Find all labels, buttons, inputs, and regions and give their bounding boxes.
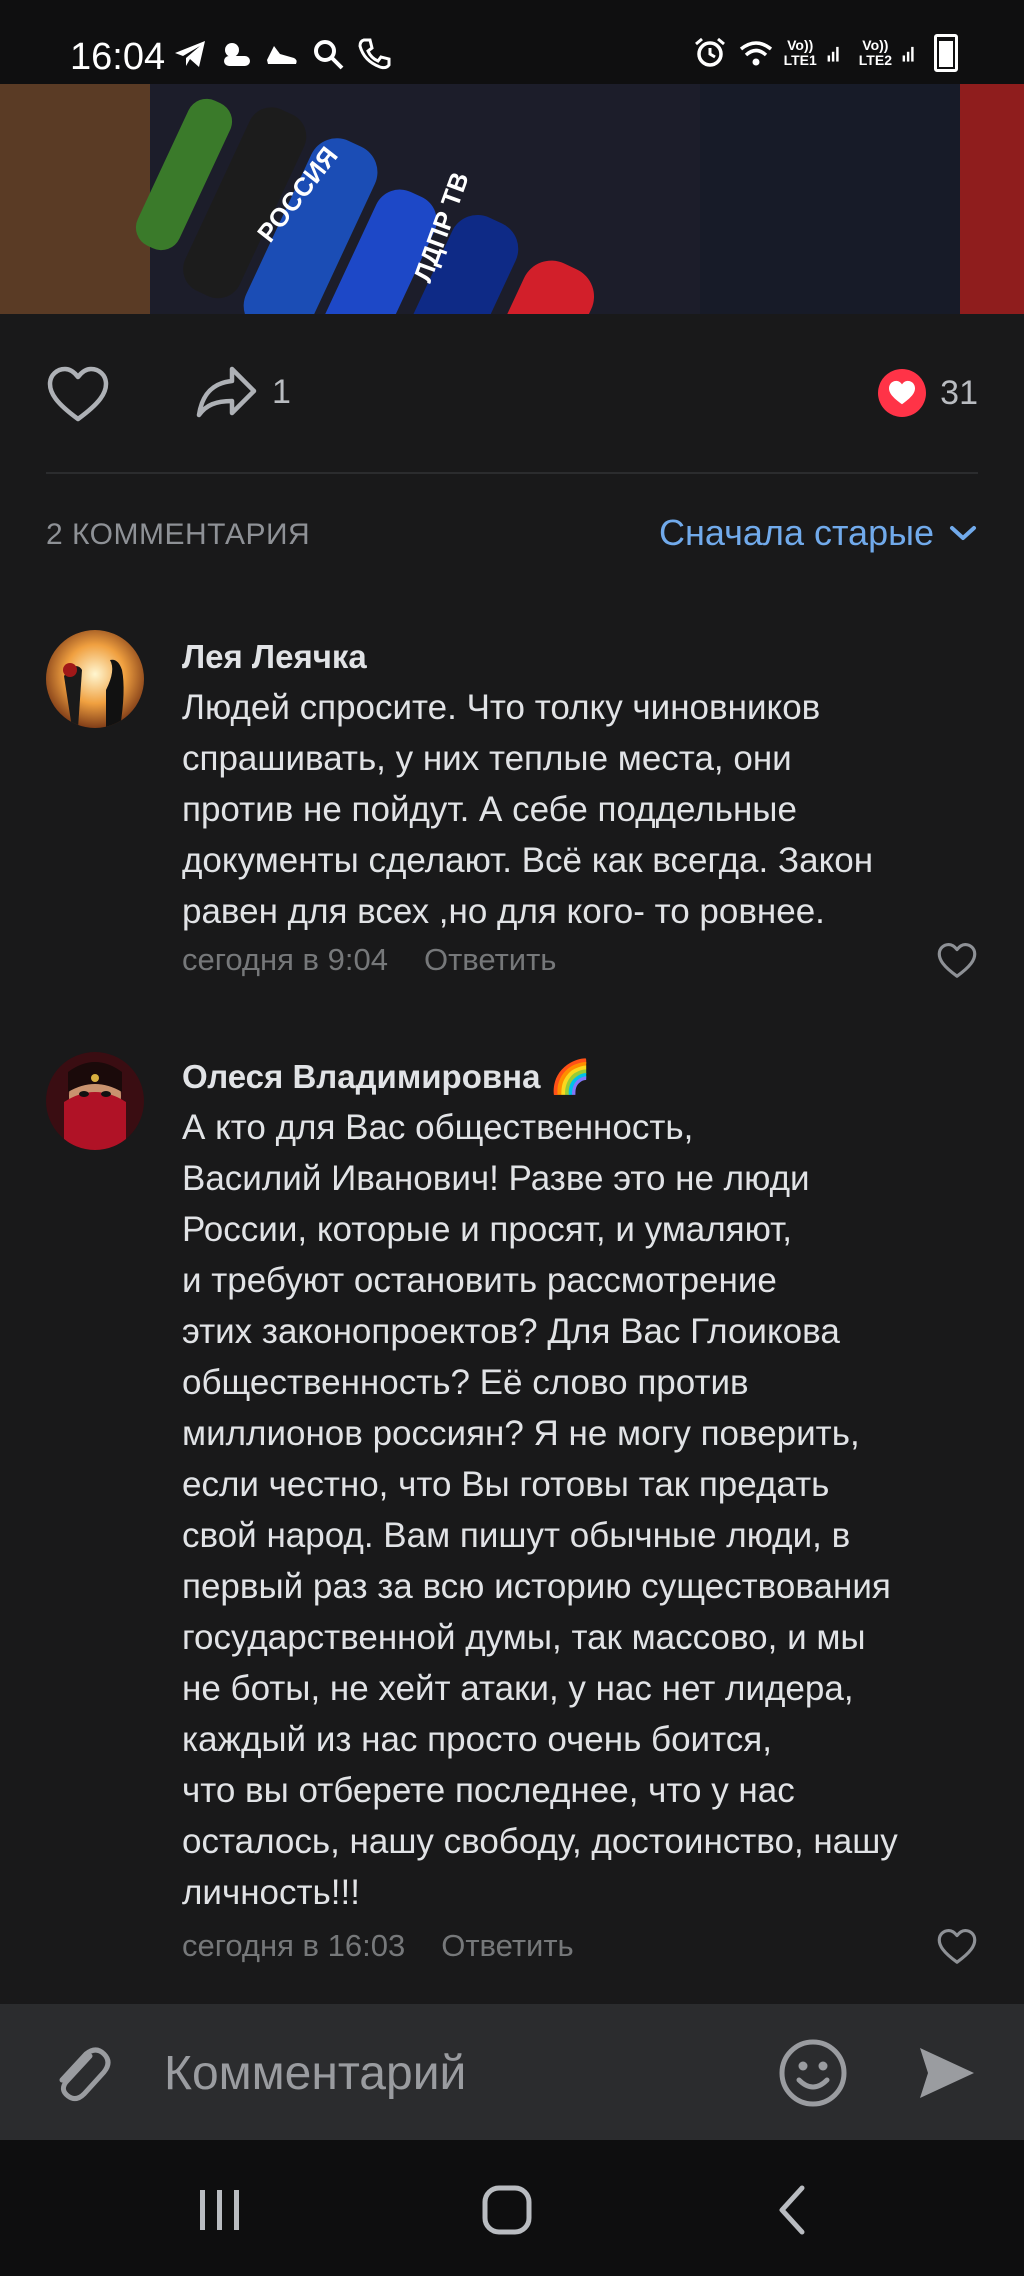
search-icon	[314, 40, 344, 70]
sim1-label: Vo)) LTE1	[783, 37, 817, 68]
sort-label: Сначала старые	[659, 512, 934, 553]
like-heart-icon[interactable]	[46, 365, 110, 425]
comments-count: 2 КОММЕНТАРИЯ	[46, 518, 311, 551]
paperclip-icon[interactable]	[44, 2038, 114, 2108]
alarm-icon	[694, 37, 725, 67]
comment-author[interactable]: Олеся Владимировна 🌈	[182, 1058, 591, 1097]
wifi-icon	[739, 41, 772, 66]
sort-dropdown[interactable]: Сначала старые	[659, 512, 978, 554]
recent-apps-icon[interactable]	[190, 2180, 250, 2240]
telegram-icon	[175, 41, 205, 67]
reactions-count: 31	[940, 373, 978, 412]
comment-text: А кто для Вас общественность, Василий Ив…	[182, 1108, 898, 1912]
share-count: 1	[272, 372, 291, 411]
battery-icon	[934, 34, 958, 72]
comment-composer	[0, 2004, 1024, 2140]
back-icon[interactable]	[764, 2180, 824, 2240]
heart-reaction-icon	[878, 369, 927, 417]
comment-text: Людей спросите. Что толку чиновников спр…	[182, 688, 874, 931]
reactions-summary[interactable]: 31	[878, 369, 978, 417]
comment-meta: сегодня в 16:03 Ответить	[182, 1928, 574, 1964]
avatar[interactable]	[46, 630, 144, 728]
comment-input[interactable]	[162, 2032, 746, 2114]
post-image[interactable]: РОССИЯ ЛДПР ТВ	[0, 84, 1024, 314]
comments-header: 2 КОММЕНТАРИЯ Сначала старые	[46, 512, 978, 562]
comment-author[interactable]: Лея Леячка	[182, 638, 367, 676]
signal-icon	[902, 46, 914, 62]
share-arrow-icon	[196, 366, 257, 418]
home-icon[interactable]	[477, 2180, 537, 2240]
reply-button[interactable]: Ответить	[424, 942, 557, 978]
status-bar: 16:04 Vo)) LTE1 Vo)) LTE2	[0, 0, 1024, 84]
reply-button[interactable]: Ответить	[441, 1928, 574, 1964]
system-navigation-bar	[0, 2140, 1024, 2276]
post-actions: 1 31	[0, 355, 1024, 435]
emoji-icon[interactable]	[778, 2038, 848, 2108]
weather-icon	[224, 43, 250, 66]
divider	[46, 472, 978, 474]
status-right-icons: Vo)) LTE1 Vo)) LTE2	[692, 34, 958, 72]
comment-time: сегодня в 9:04	[182, 942, 388, 977]
signal-icon	[827, 46, 839, 62]
comment-item: Лея Леячка Людей спросите. Что толку чин…	[0, 630, 1024, 1010]
comment-meta: сегодня в 9:04 Ответить	[182, 942, 556, 978]
microphones-illustration: РОССИЯ ЛДПР ТВ	[0, 84, 1024, 314]
comment-item: Олеся Владимировна 🌈 А кто для Вас общес…	[0, 1050, 1024, 1970]
status-time: 16:04	[70, 36, 166, 78]
chevron-down-icon	[950, 526, 976, 540]
comment-like-icon[interactable]	[936, 1928, 978, 1966]
avatar[interactable]	[46, 1052, 144, 1150]
comment-time: сегодня в 16:03	[182, 1928, 406, 1963]
sim2-label: Vo)) LTE2	[858, 37, 892, 68]
shoe-icon	[267, 46, 297, 64]
status-left-icons	[172, 36, 392, 72]
comment-like-icon[interactable]	[936, 942, 978, 980]
call-icon	[358, 38, 391, 70]
share-button[interactable]: 1	[196, 365, 291, 419]
send-icon[interactable]	[916, 2042, 978, 2104]
